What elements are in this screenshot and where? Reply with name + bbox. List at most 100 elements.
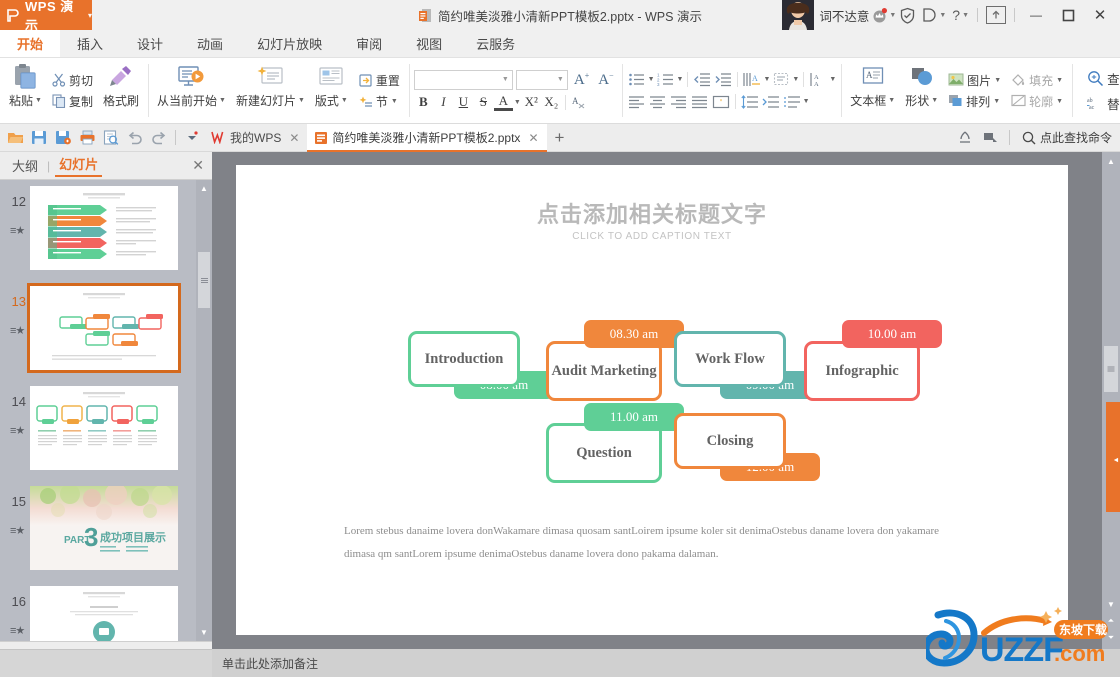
list-item[interactable]: 13 ≡★ <box>0 280 212 380</box>
ribbon-tab-design[interactable]: 设计 <box>120 30 180 57</box>
dropbox-icon[interactable]: ▼ <box>919 0 949 30</box>
redo-icon[interactable] <box>147 126 171 150</box>
ribbon-tab-cloud[interactable]: 云服务 <box>459 30 532 57</box>
font-name-input[interactable]: ▼ <box>413 69 513 90</box>
slide-thumbnail[interactable] <box>27 283 181 373</box>
align-right-button[interactable] <box>669 92 689 111</box>
node-box-work-flow[interactable]: Work Flow <box>674 331 786 387</box>
arrange-button[interactable]: 排列 ▼ <box>945 92 1004 111</box>
editor-scrollbar[interactable]: ▲ ◄ ▼ ⏶ ⏷ <box>1102 152 1120 649</box>
font-color-button[interactable]: A <box>493 93 513 111</box>
ribbon-tab-view[interactable]: 视图 <box>399 30 459 57</box>
close-icon[interactable]: ✕ <box>192 157 204 174</box>
slide-thumbnail[interactable] <box>30 186 178 270</box>
save-as-icon[interactable] <box>51 126 75 150</box>
picture-button[interactable]: 图片 ▼ <box>945 71 1004 90</box>
list-item[interactable]: 12 ≡★ <box>0 180 212 280</box>
new-tab-button[interactable]: + <box>547 124 573 152</box>
crown-icon[interactable] <box>872 7 888 23</box>
minimize-button[interactable]: — <box>1020 0 1052 30</box>
slide-thumbnail[interactable] <box>30 386 178 470</box>
shield-icon[interactable] <box>896 0 919 30</box>
scrollbar-thumb[interactable] <box>198 252 210 308</box>
subscript-button[interactable]: X₂ <box>542 93 561 112</box>
chevron-down-icon[interactable]: ▼ <box>648 76 655 83</box>
ribbon-tab-slideshow[interactable]: 幻灯片放映 <box>240 30 339 57</box>
text-box-button[interactable]: A 文本框 ▼ <box>845 60 900 121</box>
outline-button[interactable]: 轮廓 ▼ <box>1008 92 1066 111</box>
distribute-button[interactable] <box>711 92 731 111</box>
chevron-down-icon[interactable]: ▾ <box>88 11 92 20</box>
panel-tab-slides[interactable]: 幻灯片 <box>55 154 103 177</box>
chevron-down-icon[interactable]: ▼ <box>829 76 836 83</box>
slide-body-text[interactable]: Lorem stebus danaime lovera donWakamare … <box>344 520 969 565</box>
justify-button[interactable] <box>690 92 710 111</box>
print-icon[interactable] <box>75 126 99 150</box>
slide-panel-scrollbar[interactable]: ▲ ▼ <box>196 180 212 641</box>
print-preview-icon[interactable] <box>99 126 123 150</box>
upload-icon[interactable] <box>983 0 1009 30</box>
node-box-question[interactable]: Question <box>546 423 662 483</box>
list-item[interactable]: 15 ≡★ PART 3 成功项目展示 <box>0 480 212 580</box>
chevron-down-icon[interactable]: ▼ <box>677 76 684 83</box>
find-button[interactable]: 查找 <box>1084 68 1120 89</box>
list-item[interactable]: 16 ≡★ <box>0 580 212 641</box>
help-icon[interactable]: ? ▼ <box>949 0 972 30</box>
customize-qat-icon[interactable] <box>180 126 204 150</box>
current-slide[interactable]: 点击添加相关标题文字 CLICK TO ADD CAPTION TEXT 08.… <box>236 165 1068 635</box>
chevron-down-icon[interactable]: ▼ <box>792 76 799 83</box>
node-box-introduction[interactable]: Introduction <box>408 331 520 387</box>
node-time-tag[interactable]: 11.00 am <box>584 403 684 431</box>
user-nickname[interactable]: 词不达意 <box>819 6 869 25</box>
paste-button[interactable]: 粘贴 ▼ <box>4 60 47 121</box>
save-icon[interactable] <box>27 126 51 150</box>
section-button[interactable]: 节 ▼ <box>355 92 403 111</box>
reset-button[interactable]: 重置 <box>355 71 403 90</box>
close-icon[interactable]: ✕ <box>528 131 538 145</box>
chevron-down-icon[interactable]: ▼ <box>763 76 770 83</box>
open-icon[interactable] <box>3 126 27 150</box>
slide-editor-canvas[interactable]: 点击添加相关标题文字 CLICK TO ADD CAPTION TEXT 08.… <box>212 152 1102 649</box>
node-time-tag[interactable]: 08.30 am <box>584 320 684 348</box>
increase-paragraph-indent-button[interactable] <box>761 92 781 111</box>
increase-indent-button[interactable] <box>713 70 733 89</box>
numbered-list-button[interactable]: 123 <box>656 70 676 89</box>
find-command-box[interactable]: 点此查找命令 <box>1016 129 1112 146</box>
clear-format-button[interactable]: A <box>570 93 589 112</box>
scroll-down-button[interactable]: ▼ <box>196 624 212 641</box>
align-left-button[interactable] <box>627 92 647 111</box>
line-spacing-button[interactable] <box>740 92 760 111</box>
align-text-button[interactable] <box>771 70 791 89</box>
slide-thumbnail[interactable]: PART 3 成功项目展示 <box>30 486 178 570</box>
node-box-audit-marketing[interactable]: Audit Marketing <box>546 341 662 401</box>
text-direction-button[interactable]: A <box>742 70 762 89</box>
panel-tab-outline[interactable]: 大纲 <box>8 156 42 175</box>
layout-button[interactable]: 版式 ▼ <box>310 60 353 121</box>
fill-button[interactable]: 填充 ▼ <box>1008 71 1066 90</box>
underline-button[interactable]: U <box>454 93 473 112</box>
panel-collapse-handle[interactable]: ◄ <box>1112 452 1120 468</box>
bold-button[interactable]: B <box>414 93 433 112</box>
decrease-indent-button[interactable] <box>692 70 712 89</box>
node-box-infographic[interactable]: Infographic <box>804 341 920 401</box>
text-layout-button[interactable]: AA <box>808 70 828 89</box>
cut-button[interactable]: 剪切 <box>49 71 96 90</box>
font-size-input[interactable]: ▼ <box>515 69 568 90</box>
node-time-tag[interactable]: 10.00 am <box>842 320 942 348</box>
scroll-up-button[interactable]: ▲ <box>1102 152 1120 170</box>
ribbon-tab-insert[interactable]: 插入 <box>60 30 120 57</box>
italic-button[interactable]: I <box>434 93 453 112</box>
scrollbar-thumb[interactable] <box>1104 346 1118 392</box>
chevron-down-icon[interactable]: ▼ <box>889 12 896 19</box>
maximize-button[interactable] <box>1052 0 1084 30</box>
shrink-font-button[interactable]: A− <box>595 71 616 89</box>
align-options-button[interactable] <box>782 92 802 111</box>
replace-button[interactable]: abac 替换 <box>1084 93 1120 114</box>
avatar[interactable] <box>782 0 815 30</box>
strikethrough-button[interactable]: S <box>474 93 493 112</box>
superscript-button[interactable]: X² <box>522 93 541 112</box>
doc-tab-presentation[interactable]: 简约唯美淡雅小清新PPT模板2.pptx ✕ <box>307 123 547 152</box>
doc-tab-mywps[interactable]: 我的WPS ✕ <box>204 124 307 152</box>
close-button[interactable]: ✕ <box>1084 0 1116 30</box>
chevron-down-icon[interactable]: ▼ <box>514 99 521 106</box>
